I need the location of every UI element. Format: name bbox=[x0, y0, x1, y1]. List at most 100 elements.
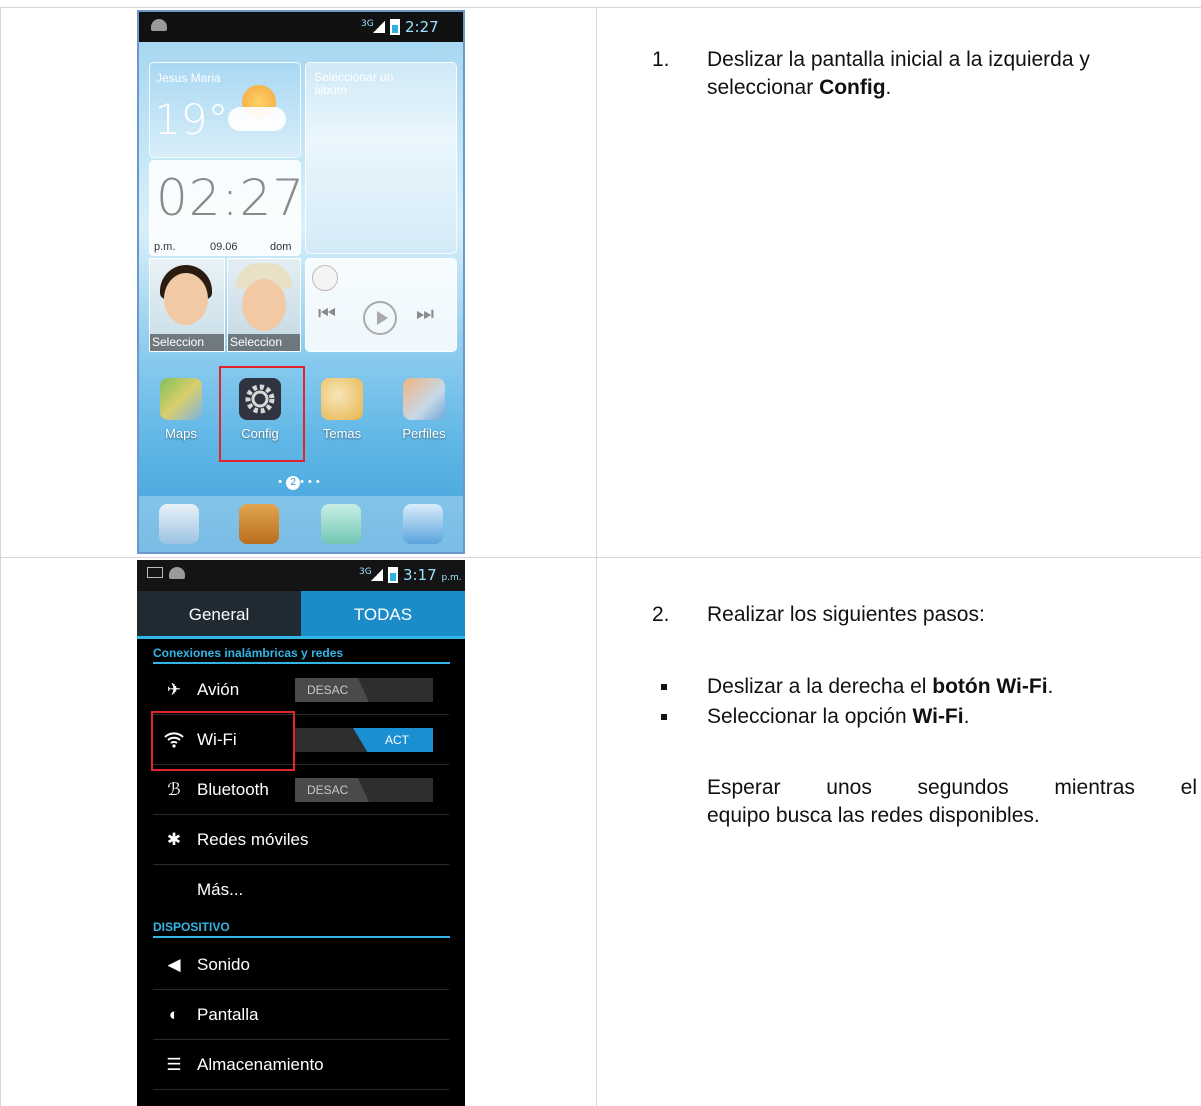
section-header-device: DISPOSITIVO bbox=[153, 920, 230, 934]
status-ampm: p.m. bbox=[441, 573, 462, 583]
row-label-mas: Más... bbox=[197, 880, 244, 899]
tab-general[interactable]: General bbox=[137, 591, 301, 639]
toggle-state: DESAC bbox=[307, 683, 349, 697]
status-time: 2:27 p.m. bbox=[405, 18, 463, 54]
bullet-1-suffix: . bbox=[1047, 675, 1054, 698]
mail-icon bbox=[147, 567, 163, 578]
contact-shortcut-1[interactable]: Seleccion bbox=[149, 258, 225, 352]
profiles-icon bbox=[403, 378, 445, 420]
row-separator bbox=[153, 1089, 449, 1090]
wifi-toggle[interactable]: ACT bbox=[295, 728, 433, 752]
signal-icon bbox=[373, 21, 385, 33]
battery-icon bbox=[388, 567, 398, 583]
contact-label-1: Seleccion bbox=[150, 334, 224, 351]
cd-icon bbox=[312, 265, 338, 291]
toggle-state: ACT bbox=[385, 733, 409, 747]
tab-todas[interactable]: TODAS bbox=[301, 591, 465, 639]
section-divider bbox=[153, 936, 450, 938]
bullet-1-bold: botón Wi-Fi bbox=[932, 675, 1048, 698]
bullet-2-bold: Wi-Fi bbox=[912, 705, 964, 728]
app-maps[interactable]: Maps bbox=[147, 378, 215, 441]
status-time-value: 3:17 bbox=[403, 566, 437, 584]
document-table: 3G 2:27 p.m. Jesus Maria 19° Seleccionar… bbox=[0, 0, 1201, 1106]
signal-icon bbox=[371, 569, 383, 581]
app-label-temas: Temas bbox=[322, 426, 362, 441]
previous-track-icon[interactable]: ⏮ bbox=[318, 303, 336, 326]
settings-row-almacenamiento[interactable]: ☰ Almacenamiento bbox=[137, 1040, 465, 1090]
settings-row-avion[interactable]: ✈ Avión DESAC bbox=[137, 665, 465, 715]
clock-widget[interactable]: 02:27 p.m. 09.06 dom bbox=[149, 160, 304, 256]
contact-label-2: Seleccion bbox=[228, 334, 300, 351]
messaging-icon[interactable] bbox=[321, 504, 361, 544]
tab-underline bbox=[137, 636, 465, 639]
bluetooth-toggle[interactable]: DESAC bbox=[295, 778, 433, 802]
cloud-icon bbox=[228, 107, 286, 131]
status-time-value: 2:27 bbox=[405, 18, 439, 36]
settings-row-pantalla[interactable]: ◐ Pantalla bbox=[137, 990, 465, 1040]
row-label-bluetooth: Bluetooth bbox=[197, 780, 269, 799]
step-1-line-2: seleccionar Config. bbox=[707, 74, 1201, 102]
step-2-note: Esperar unos segundos mientras el equipo… bbox=[707, 774, 1201, 830]
step-2-bullet-2: Seleccionar la opción Wi-Fi. bbox=[707, 703, 969, 731]
airplane-icon: ✈ bbox=[166, 680, 182, 699]
clock-date: 09.06 bbox=[210, 241, 238, 253]
step-2-number: 2. bbox=[652, 603, 670, 626]
maps-icon bbox=[160, 378, 202, 420]
cell-tower-icon: ✱ bbox=[166, 830, 182, 849]
table-column-divider bbox=[596, 7, 597, 1106]
avion-toggle[interactable]: DESAC bbox=[295, 678, 433, 702]
brightness-icon: ◐ bbox=[168, 1005, 180, 1024]
bluetooth-icon: ℬ bbox=[167, 780, 181, 799]
app-temas[interactable]: Temas bbox=[308, 378, 376, 441]
section-divider bbox=[153, 662, 450, 664]
next-track-icon[interactable]: ⏭ bbox=[416, 303, 434, 326]
settings-row-mas[interactable]: Más... bbox=[137, 865, 465, 915]
bullet-2-prefix: Seleccionar la opción bbox=[707, 705, 913, 728]
album-widget[interactable]: Seleccionar un álbum bbox=[305, 62, 457, 254]
bullet-marker bbox=[661, 714, 667, 720]
contacts-icon[interactable] bbox=[239, 504, 279, 544]
app-perfiles[interactable]: Perfiles bbox=[390, 378, 458, 441]
row-label-redes: Redes móviles bbox=[197, 830, 309, 849]
weather-widget[interactable]: Jesus Maria 19° bbox=[149, 62, 301, 158]
android-notification-icon bbox=[169, 567, 185, 579]
home-screen-screenshot: 3G 2:27 p.m. Jesus Maria 19° Seleccionar… bbox=[137, 10, 465, 554]
settings-row-bluetooth[interactable]: ℬ Bluetooth DESAC bbox=[137, 765, 465, 815]
row-label-pantalla: Pantalla bbox=[197, 1005, 259, 1024]
android-notification-icon bbox=[151, 19, 167, 31]
wifi-highlight-box bbox=[151, 711, 295, 771]
bullet-2-suffix: . bbox=[963, 705, 970, 728]
weather-temperature: 19° bbox=[154, 95, 229, 144]
table-row-divider bbox=[0, 557, 1201, 558]
status-bar: 3G 3:17 p.m. bbox=[137, 560, 465, 591]
row-label-almacenamiento: Almacenamiento bbox=[197, 1055, 324, 1074]
page-indicator-current: 2 bbox=[286, 476, 301, 490]
bullet-marker bbox=[661, 684, 667, 690]
contact-photo-face bbox=[242, 279, 286, 331]
phone-icon[interactable] bbox=[159, 504, 199, 544]
network-type: 3G bbox=[361, 19, 374, 29]
step-1-bold: Config bbox=[819, 76, 886, 99]
settings-row-redes[interactable]: ✱ Redes móviles bbox=[137, 815, 465, 865]
step-1-line-1: Deslizar la pantalla inicial a la izquie… bbox=[707, 48, 1090, 71]
table-left-border bbox=[0, 7, 1, 1106]
table-border-top bbox=[0, 7, 1201, 8]
status-ampm: p.m. bbox=[405, 43, 426, 53]
play-icon[interactable] bbox=[363, 301, 397, 335]
section-header-wireless: Conexiones inalámbricas y redes bbox=[153, 646, 344, 660]
weather-city: Jesus Maria bbox=[156, 71, 221, 85]
step-2-intro: Realizar los siguientes pasos: bbox=[707, 603, 985, 626]
step-1-suffix: . bbox=[885, 76, 892, 99]
clock-ampm: p.m. bbox=[154, 241, 176, 253]
music-widget[interactable]: ⏮ ⏭ bbox=[305, 258, 457, 352]
dock bbox=[139, 496, 463, 552]
contact-photo-face bbox=[164, 273, 208, 325]
contact-shortcut-2[interactable]: Seleccion bbox=[227, 258, 301, 352]
app-label-maps: Maps bbox=[165, 426, 197, 441]
apps-folder-icon[interactable] bbox=[403, 504, 443, 544]
step-1-text: Deslizar la pantalla inicial a la izquie… bbox=[707, 46, 1201, 102]
app-label-perfiles: Perfiles bbox=[402, 426, 446, 441]
network-type: 3G bbox=[359, 567, 372, 577]
step-1-prefix: seleccionar bbox=[707, 76, 820, 99]
settings-row-sonido[interactable]: ◀ Sonido bbox=[137, 940, 465, 990]
